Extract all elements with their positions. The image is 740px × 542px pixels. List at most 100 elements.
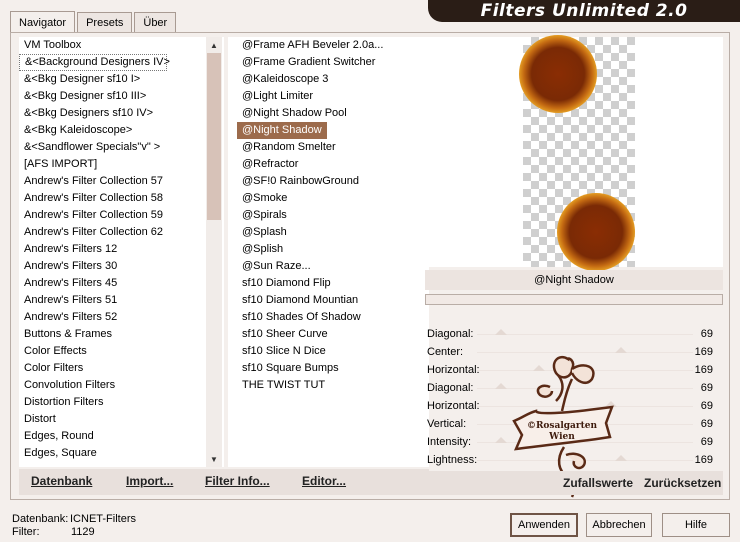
filter-item[interactable]: @Splash xyxy=(237,224,429,241)
current-filter-name: @Night Shadow xyxy=(425,270,723,290)
randomize-reset-bar: Zufallswerte Zurücksetzen xyxy=(425,471,723,495)
category-item[interactable]: Edges, Round xyxy=(19,428,224,445)
param-label: Horizontal: xyxy=(427,400,480,412)
param-label: Vertical: xyxy=(427,418,467,430)
filter-item[interactable]: @Frame Gradient Switcher xyxy=(237,54,429,71)
param-label: Center: xyxy=(427,346,464,358)
param-label: Horizontal: xyxy=(427,364,480,376)
title-banner: Filters Unlimited 2.0 xyxy=(428,0,740,22)
preview-orb-top xyxy=(519,35,597,113)
category-item[interactable]: Convolution Filters xyxy=(19,377,224,394)
category-item[interactable]: Andrew's Filters 45 xyxy=(19,275,224,292)
filter-item[interactable]: @Refractor xyxy=(237,156,429,173)
category-item[interactable]: Andrew's Filters 51 xyxy=(19,292,224,309)
category-item[interactable]: Andrew's Filter Collection 57 xyxy=(19,173,224,190)
category-item[interactable]: &<Bkg Kaleidoscope> xyxy=(19,122,224,139)
filter-item[interactable]: @Night Shadow xyxy=(237,122,327,139)
category-item[interactable]: [AFS IMPORT] xyxy=(19,156,224,173)
slider-thumb[interactable] xyxy=(495,329,507,335)
param-label: Intensity: xyxy=(427,436,472,448)
list-action-bar: Datenbank Import... Filter Info... Edito… xyxy=(19,469,429,495)
category-item[interactable]: &<Bkg Designer sf10 III> xyxy=(19,88,224,105)
filter-item[interactable]: sf10 Shades Of Shadow xyxy=(237,309,429,326)
category-item[interactable]: Andrew's Filters 30 xyxy=(19,258,224,275)
filter-item[interactable]: @Frame AFH Beveler 2.0a... xyxy=(237,37,429,54)
filter-item[interactable]: sf10 Diamond Flip xyxy=(237,275,429,292)
category-item[interactable]: &<Bkg Designer sf10 I> xyxy=(19,71,224,88)
filter-item[interactable]: sf10 Square Bumps xyxy=(237,360,429,377)
help-button[interactable]: Hilfe xyxy=(662,513,730,537)
category-item[interactable]: Distort xyxy=(19,411,224,428)
category-item[interactable]: Distortion Filters xyxy=(19,394,224,411)
category-item[interactable]: Andrew's Filter Collection 58 xyxy=(19,190,224,207)
category-list[interactable]: VM Toolbox &<Background Designers IV> &<Bk… xyxy=(19,37,224,467)
param-value: 169 xyxy=(694,364,713,376)
category-item[interactable]: Andrew's Filters 52 xyxy=(19,309,224,326)
category-item[interactable]: Color Filters xyxy=(19,360,224,377)
import-button[interactable]: Import... xyxy=(126,474,173,488)
filter-count-value: 1129 xyxy=(71,526,95,538)
reset-button[interactable]: Zurücksetzen xyxy=(644,476,721,490)
param-slider[interactable] xyxy=(477,334,693,335)
category-item[interactable]: Color Effects xyxy=(19,343,224,360)
watermark-text: ©Rosalgarten xyxy=(527,421,598,431)
category-item[interactable]: &<Background Designers IV> xyxy=(19,54,170,71)
param-value: 69 xyxy=(700,418,713,430)
param-value: 69 xyxy=(700,436,713,448)
cancel-button[interactable]: Abbrechen xyxy=(586,513,652,537)
param-label: Diagonal: xyxy=(427,328,474,340)
category-scrollbar[interactable]: ▲ ▼ xyxy=(206,37,222,467)
filter-item[interactable]: @Splish xyxy=(237,241,429,258)
apply-button[interactable]: Anwenden xyxy=(510,513,578,537)
param-label: Diagonal: xyxy=(427,382,474,394)
main-panel: VM Toolbox &<Background Designers IV> &<Bk… xyxy=(10,32,730,500)
category-item[interactable]: Edges, Square xyxy=(19,445,224,462)
progress-bar xyxy=(425,294,723,305)
param-label: Lightness: xyxy=(427,454,478,466)
filter-list[interactable]: @Frame AFH Beveler 2.0a... @Frame Gradien… xyxy=(228,37,429,467)
param-value: 69 xyxy=(700,382,713,394)
filter-item[interactable]: THE TWIST TUT xyxy=(237,377,429,394)
category-item[interactable]: Andrew's Filter Collection 59 xyxy=(19,207,224,224)
app-title: Filters Unlimited 2.0 xyxy=(480,1,688,21)
filter-item[interactable]: @SF!0 RainbowGround xyxy=(237,173,429,190)
filter-item[interactable]: sf10 Diamond Mountian xyxy=(237,292,429,309)
category-item[interactable]: Andrew's Filters 12 xyxy=(19,241,224,258)
preview-image xyxy=(519,35,635,271)
preview-orb-bottom xyxy=(557,193,635,271)
filter-item[interactable]: @Spirals xyxy=(237,207,429,224)
database-value: ICNET-Filters xyxy=(70,513,136,525)
param-row: Diagonal: 69 xyxy=(425,325,723,343)
filter-item[interactable]: @Light Limiter xyxy=(237,88,429,105)
editor-button[interactable]: Editor... xyxy=(302,474,346,488)
filter-item[interactable]: sf10 Sheer Curve xyxy=(237,326,429,343)
scroll-down-icon[interactable]: ▼ xyxy=(206,451,222,467)
filter-item[interactable]: @Kaleidoscope 3 xyxy=(237,71,429,88)
param-value: 169 xyxy=(694,346,713,358)
filter-info-button[interactable]: Filter Info... xyxy=(205,474,270,488)
filter-item[interactable]: @Night Shadow Pool xyxy=(237,105,429,122)
scroll-up-icon[interactable]: ▲ xyxy=(206,37,222,53)
preview-pane xyxy=(425,35,723,271)
filter-count-label: Filter: xyxy=(12,526,40,538)
filter-item[interactable]: sf10 Slice N Dice xyxy=(237,343,429,360)
watermark-text-line2: Wien xyxy=(548,432,575,442)
datenbank-button[interactable]: Datenbank xyxy=(31,474,92,488)
category-item[interactable]: &<Bkg Designers sf10 IV> xyxy=(19,105,224,122)
database-label: Datenbank: xyxy=(12,513,69,525)
filter-item[interactable]: @Sun Raze... xyxy=(237,258,429,275)
category-item[interactable]: Andrew's Filter Collection 62 xyxy=(19,224,224,241)
scroll-thumb[interactable] xyxy=(207,53,221,220)
filter-item[interactable]: @Smoke xyxy=(237,190,429,207)
tab-navigator[interactable]: Navigator xyxy=(10,11,76,33)
category-item[interactable]: &<Sandflower Specials"v" > xyxy=(19,139,224,156)
param-value: 69 xyxy=(700,400,713,412)
tab-presets[interactable]: Presets xyxy=(77,12,133,32)
category-item[interactable]: Buttons & Frames xyxy=(19,326,224,343)
randomize-button[interactable]: Zufallswerte xyxy=(563,476,633,490)
tab-about[interactable]: Über xyxy=(134,12,177,32)
tab-bar: Navigator Presets Über xyxy=(10,10,178,33)
filter-item[interactable]: @Random Smelter xyxy=(237,139,429,156)
param-value: 69 xyxy=(700,328,713,340)
category-item[interactable]: VM Toolbox xyxy=(19,37,224,54)
